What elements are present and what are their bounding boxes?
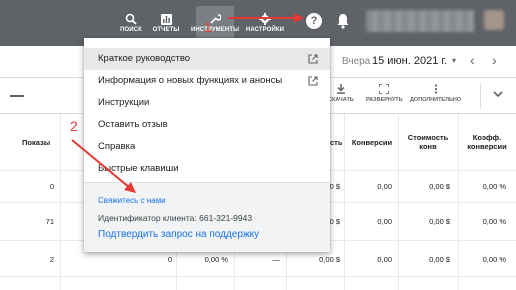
reports-icon [160, 13, 172, 25]
menu-item-label: Быстрые клавиши [98, 163, 179, 174]
menu-item-keyboard-shortcuts[interactable]: Быстрые клавиши [84, 158, 330, 180]
menu-item-help[interactable]: Справка [84, 136, 330, 158]
menu-item-label: Инструкции [98, 97, 150, 108]
cell-cost-per-conversion: 0,00 $ [429, 182, 450, 191]
help-button[interactable]: ? [306, 13, 322, 29]
toolbar-divider [10, 95, 24, 97]
nav-reports-button[interactable]: ОТЧЕТЫ [152, 6, 180, 40]
cell-ctr: 0,00 % [204, 255, 228, 264]
nav-tools-label: ИНСТРУМЕНТЫ [190, 27, 240, 33]
column-header-impressions[interactable]: Показы [22, 138, 50, 147]
menu-item-feedback[interactable]: Оставить отзыв [84, 114, 330, 136]
download-button[interactable]: СКАЧАТЬ [328, 84, 354, 103]
fullscreen-icon [379, 84, 390, 94]
menu-item-instructions[interactable]: Инструкции [84, 92, 330, 114]
cell-cost-per-conversion: 0,00 $ [429, 255, 450, 264]
next-period-button[interactable]: › [492, 52, 497, 68]
row-divider [0, 276, 516, 277]
nav-reports-label: ОТЧЕТЫ [152, 26, 180, 33]
bell-icon[interactable] [336, 13, 350, 29]
cell-conversions: 0,00 [377, 255, 392, 264]
cell-conversions: 0,00 [377, 182, 392, 191]
column-header-cost-per-conversion[interactable]: Стоимость конв [400, 133, 456, 151]
chevron-down-icon[interactable]: ▾ [452, 56, 456, 65]
menu-item-label: Справка [98, 141, 136, 152]
column-header-conversions[interactable]: Конверсии [350, 138, 394, 147]
column-header-cost[interactable]: сть [330, 138, 342, 147]
settings-icon [259, 13, 271, 25]
download-label: СКАЧАТЬ [328, 97, 354, 103]
cell-conversion-rate: 0,00 % [482, 255, 506, 264]
menu-item-quick-guide[interactable]: Краткое руководство [84, 48, 330, 70]
nav-search-button[interactable]: ПОИСК [118, 6, 144, 40]
cell-cost: 0,00 $ [319, 255, 340, 264]
cell-conversion-rate: 0,00 % [482, 182, 506, 191]
avatar[interactable] [484, 10, 504, 30]
nav-search-label: ПОИСК [120, 27, 142, 33]
more-options-button[interactable]: ДОПОЛНИТЕЛЬНО [410, 84, 461, 103]
previous-period-button[interactable]: ‹ [470, 52, 475, 68]
chevron-down-icon[interactable] [492, 88, 504, 100]
date-range-selector[interactable]: 15 июн. 2021 г. [372, 55, 447, 67]
cell-clicks: 0 [167, 255, 172, 264]
nav-settings-label: НАСТРОЙКИ [245, 27, 285, 33]
client-id-text: Идентификатор клиента: 661-321-9943 [98, 213, 253, 223]
verify-support-request-link[interactable]: Подтвердить запрос на поддержку [98, 229, 259, 240]
nav-tools-button[interactable]: ИНСТРУМЕНТЫ [191, 6, 239, 40]
cell-conversions: 0,00 [377, 217, 392, 226]
cell-cost-per-conversion: 0,00 $ [429, 217, 450, 226]
open-in-new-icon [308, 76, 318, 86]
expand-button[interactable]: РАЗВЕРНУТЬ [366, 84, 403, 103]
more-vertical-icon [434, 84, 437, 94]
nav-settings-button[interactable]: НАСТРОЙКИ [246, 6, 284, 40]
annotation-number-two: 2 [70, 118, 78, 134]
cell-impressions: 71 [45, 217, 54, 226]
open-in-new-icon [308, 54, 318, 64]
help-menu-footer: Свяжитесь с нами Идентификатор клиента: … [84, 182, 330, 252]
expand-label: РАЗВЕРНУТЬ [366, 97, 403, 103]
menu-item-whats-new[interactable]: Информация о новых функциях и анонсы [84, 70, 330, 92]
account-name-redacted[interactable] [366, 10, 474, 32]
app-window: ПОИСК ОТЧЕТЫ ИНСТРУМЕНТЫ НАСТРОЙКИ ? Вче… [0, 0, 516, 290]
cell-conversion-rate: 0,00 % [482, 217, 506, 226]
search-icon [125, 13, 137, 25]
menu-item-label: Информация о новых функциях и анонсы [98, 75, 283, 86]
more-options-label: ДОПОЛНИТЕЛЬНО [410, 97, 462, 103]
menu-item-label: Оставить отзыв [98, 119, 168, 130]
cell-impressions: 2 [49, 255, 54, 264]
toolbar-separator [480, 84, 481, 108]
date-range-prefix: Вчера [342, 56, 371, 67]
contact-us-link[interactable]: Свяжитесь с нами [98, 196, 166, 205]
download-icon [336, 84, 345, 94]
help-menu: Краткое руководство Информация о новых ф… [84, 38, 330, 252]
help-icon: ? [310, 15, 318, 27]
annotation-number-one: 1 [204, 19, 212, 35]
cell-cpc: — [272, 255, 281, 264]
menu-item-label: Краткое руководство [98, 53, 191, 64]
cell-impressions: 0 [49, 182, 54, 191]
column-header-conversion-rate[interactable]: Коэфф. конверсии [462, 133, 512, 151]
